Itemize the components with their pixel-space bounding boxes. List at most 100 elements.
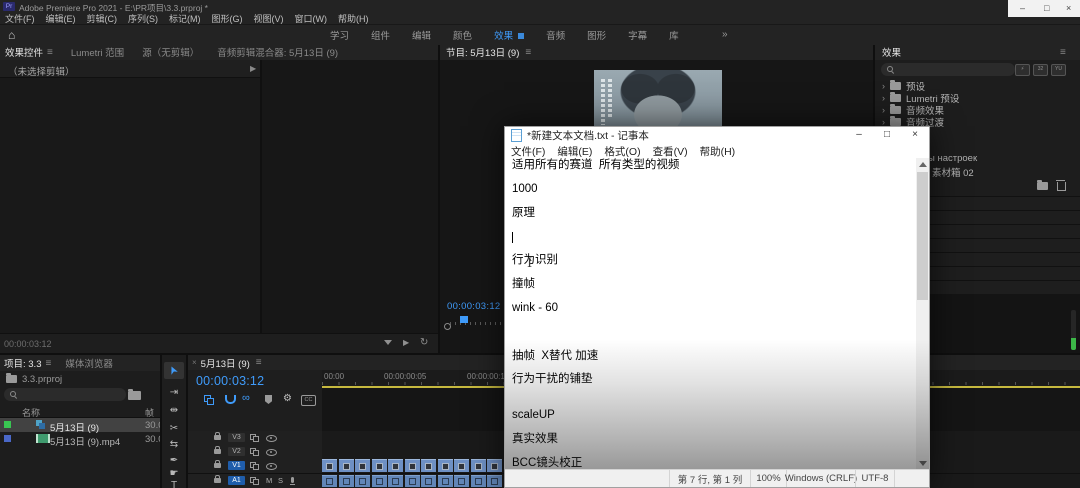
timeline-clip[interactable] — [437, 459, 453, 472]
resize-grip[interactable] — [894, 470, 929, 487]
notepad-document-text[interactable]: 适用所有的赛道 所有类型的视频 1000 原理 行为识别 撞帧 wink - 6… — [505, 158, 916, 470]
chevron-right-icon[interactable]: › — [882, 93, 885, 103]
sync-lock-icon[interactable] — [250, 477, 259, 485]
new-bin-icon[interactable] — [128, 389, 141, 400]
scroll-up-icon[interactable] — [919, 162, 927, 167]
timeline-timecode[interactable]: 00:00:03:12 — [196, 374, 264, 388]
timeline-audio-clip[interactable] — [338, 475, 354, 487]
track-output-eye-icon[interactable] — [266, 435, 277, 442]
scrollbar-thumb[interactable] — [917, 172, 928, 300]
tab-sequence[interactable]: 5月13日 (9) — [201, 356, 250, 370]
sync-lock-icon[interactable] — [250, 434, 259, 442]
project-item-clip[interactable]: 5月13日 (9).mp4 30.0 — [0, 432, 160, 448]
loop-icon[interactable]: ↻ — [420, 337, 428, 348]
workspace-menu-marker[interactable] — [518, 33, 525, 39]
workspace-editing[interactable]: 编辑 — [412, 28, 431, 42]
timeline-clip[interactable] — [404, 459, 420, 472]
lock-icon[interactable] — [214, 432, 221, 440]
scroll-down-icon[interactable] — [919, 461, 927, 466]
timeline-clip[interactable] — [322, 459, 337, 472]
label-color-green[interactable] — [4, 421, 11, 428]
lock-icon[interactable] — [214, 475, 221, 483]
project-search-input[interactable] — [4, 388, 126, 401]
timeline-audio-clip[interactable] — [404, 475, 420, 487]
track-v2-label[interactable]: V2 — [228, 447, 245, 456]
captions-icon[interactable]: CC — [301, 395, 316, 406]
notepad-menu-help[interactable]: 帮助(H) — [700, 144, 736, 159]
minimize-icon[interactable]: – — [845, 127, 873, 144]
tab-program-monitor[interactable]: 节目: 5月13日 (9) — [446, 45, 519, 59]
a1-clips[interactable] — [322, 475, 520, 487]
program-zoom-knob[interactable] — [444, 323, 451, 330]
timeline-clip[interactable] — [338, 459, 354, 472]
workspace-captions[interactable]: 字幕 — [628, 28, 647, 42]
lock-icon[interactable] — [214, 460, 221, 468]
notepad-menu-view[interactable]: 查看(V) — [653, 144, 688, 159]
tab-media-browser[interactable]: 媒体浏览器 — [65, 356, 113, 370]
workspace-graphics[interactable]: 图形 — [587, 28, 606, 42]
timeline-audio-clip[interactable] — [355, 475, 370, 487]
pen-tool[interactable]: ✒ — [162, 455, 186, 466]
maximize-icon[interactable]: □ — [873, 127, 901, 144]
track-output-eye-icon[interactable] — [266, 449, 277, 456]
timeline-clip[interactable] — [487, 459, 502, 472]
timeline-clip[interactable] — [421, 459, 436, 472]
timeline-audio-clip[interactable] — [371, 475, 387, 487]
effects-bin-02[interactable]: 素材箱 02 — [932, 165, 974, 179]
play-audio-icon[interactable]: ▶ — [403, 338, 409, 347]
timeline-clip[interactable] — [454, 459, 469, 472]
panel-menu-icon[interactable]: ≡ — [525, 47, 531, 58]
workspace-color[interactable]: 颜色 — [453, 28, 472, 42]
panel-menu-icon[interactable]: ≡ — [256, 357, 262, 368]
notepad-titlebar[interactable]: *新建文本文档.txt - 记事本 – □ × — [505, 127, 929, 144]
voiceover-mic-icon[interactable] — [290, 477, 295, 485]
project-item-sequence[interactable]: 5月13日 (9) 30.0 — [0, 418, 160, 434]
ripple-edit-tool[interactable]: ⇹ — [162, 405, 186, 416]
timeline-audio-clip[interactable] — [470, 475, 486, 487]
32bit-effects-badge-icon[interactable]: 32 — [1033, 64, 1048, 76]
notepad-menu-edit[interactable]: 编辑(E) — [557, 144, 592, 159]
snap-magnet-icon[interactable] — [225, 395, 236, 404]
track-select-tool[interactable]: ⇥ — [162, 387, 186, 398]
timeline-audio-clip[interactable] — [487, 475, 502, 487]
mute-button[interactable]: M — [266, 476, 272, 485]
tab-effects[interactable]: 效果 — [882, 45, 901, 59]
type-tool[interactable]: T — [162, 480, 186, 488]
sync-lock-icon[interactable] — [250, 448, 259, 456]
razor-tool[interactable]: ✂ — [162, 423, 186, 434]
delete-bin-icon[interactable] — [1056, 180, 1066, 191]
track-v1-label[interactable]: V1 — [228, 461, 245, 470]
tab-audio-clip-mixer[interactable]: 音频剪辑混合器: 5月13日 (9) — [217, 45, 338, 59]
panel-menu-icon[interactable]: ≡ — [1060, 47, 1066, 58]
chevron-right-icon[interactable]: › — [882, 105, 885, 115]
label-color-blue[interactable] — [4, 435, 11, 442]
workspace-learning[interactable]: 学习 — [330, 28, 349, 42]
project-breadcrumb[interactable]: 3.3.prproj — [22, 374, 62, 385]
accelerated-effects-badge-icon[interactable]: ⚡ — [1015, 64, 1030, 76]
solo-button[interactable]: S — [278, 476, 283, 485]
slip-tool[interactable]: ⇆ — [162, 439, 186, 450]
notepad-menu-format[interactable]: 格式(O) — [604, 144, 640, 159]
workspace-libraries[interactable]: 库 — [669, 28, 679, 42]
v1-clips[interactable] — [322, 459, 520, 472]
close-icon[interactable]: × — [901, 127, 929, 144]
timeline-audio-clip[interactable] — [322, 475, 337, 487]
new-custom-bin-icon[interactable] — [1037, 180, 1048, 190]
effects-search-input[interactable] — [881, 63, 1015, 76]
timeline-audio-clip[interactable] — [437, 475, 453, 487]
filter-properties-icon[interactable] — [384, 340, 392, 345]
tab-project[interactable]: 项目: 3.3 — [4, 356, 42, 370]
program-playhead-handle[interactable] — [460, 316, 468, 323]
workspace-assembly[interactable]: 组件 — [371, 28, 390, 42]
tab-effect-controls[interactable]: 效果控件 — [5, 45, 43, 59]
timeline-clip[interactable] — [470, 459, 486, 472]
tab-source-monitor[interactable]: 源（无剪辑） — [142, 45, 199, 59]
chevron-right-icon[interactable]: › — [882, 81, 885, 91]
home-icon[interactable]: ⌂ — [8, 28, 15, 42]
timeline-audio-clip[interactable] — [421, 475, 436, 487]
track-output-eye-icon[interactable] — [266, 463, 277, 470]
timeline-audio-clip[interactable] — [454, 475, 469, 487]
effects-custom-bin-partial[interactable]: ы настроек — [928, 153, 977, 164]
close-icon[interactable]: × — [1066, 3, 1071, 13]
notepad-text-area[interactable]: 适用所有的赛道 所有类型的视频 1000 原理 行为识别 撞帧 wink - 6… — [505, 158, 916, 470]
